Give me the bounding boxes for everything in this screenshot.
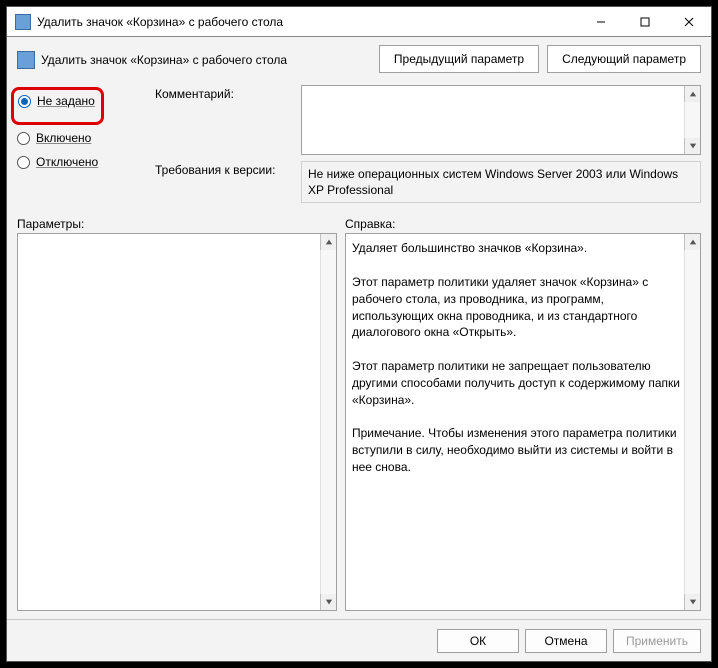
scroll-up-icon[interactable] (684, 86, 700, 102)
help-panel: Удаляет большинство значков «Корзина». Э… (345, 233, 701, 611)
params-panel (17, 233, 337, 611)
state-radio-group: Не задано Включено Отключено (17, 85, 147, 203)
scroll-up-icon[interactable] (320, 234, 336, 250)
cancel-button[interactable]: Отмена (525, 629, 607, 653)
scroll-down-icon[interactable] (320, 594, 336, 610)
radio-disabled[interactable]: Отключено (17, 155, 147, 169)
scroll-track[interactable] (684, 102, 700, 138)
ok-button[interactable]: ОК (437, 629, 519, 653)
scroll-track[interactable] (320, 250, 336, 594)
close-button[interactable] (667, 7, 711, 37)
content-area: Удалить значок «Корзина» с рабочего стол… (7, 37, 711, 619)
policy-editor-window: Удалить значок «Корзина» с рабочего стол… (6, 6, 712, 662)
radio-dot-icon (17, 132, 30, 145)
footer: ОК Отмена Применить (7, 619, 711, 661)
policy-title: Удалить значок «Корзина» с рабочего стол… (41, 53, 287, 67)
previous-setting-button[interactable]: Предыдущий параметр (379, 45, 539, 73)
tutorial-highlight: Не задано (11, 87, 104, 125)
radio-enabled[interactable]: Включено (17, 131, 147, 145)
comment-textarea[interactable] (301, 85, 701, 155)
help-label: Справка: (345, 217, 701, 231)
apply-button[interactable]: Применить (613, 629, 701, 653)
maximize-button[interactable] (623, 7, 667, 37)
scrollbar[interactable] (684, 234, 700, 610)
scroll-down-icon[interactable] (684, 138, 700, 154)
radio-label: Включено (36, 131, 91, 145)
radio-label: Не задано (37, 94, 95, 108)
scrollbar[interactable] (320, 234, 336, 610)
scroll-down-icon[interactable] (684, 594, 700, 610)
comment-label: Комментарий: (155, 85, 295, 101)
scrollbar[interactable] (684, 86, 700, 154)
app-icon (15, 14, 31, 30)
policy-icon (17, 51, 35, 69)
radio-not-configured[interactable]: Не задано (18, 94, 95, 108)
params-label: Параметры: (17, 217, 337, 231)
requirements-value: Не ниже операционных систем Windows Serv… (301, 161, 701, 203)
scroll-up-icon[interactable] (684, 234, 700, 250)
titlebar: Удалить значок «Корзина» с рабочего стол… (7, 7, 711, 37)
minimize-button[interactable] (579, 7, 623, 37)
params-content (24, 240, 316, 604)
radio-dot-icon (17, 156, 30, 169)
radio-dot-icon (18, 95, 31, 108)
next-setting-button[interactable]: Следующий параметр (547, 45, 701, 73)
window-title: Удалить значок «Корзина» с рабочего стол… (37, 15, 579, 29)
scroll-track[interactable] (684, 250, 700, 594)
help-content: Удаляет большинство значков «Корзина». Э… (352, 240, 680, 604)
radio-label: Отключено (36, 155, 98, 169)
requirements-label: Требования к версии: (155, 161, 295, 177)
